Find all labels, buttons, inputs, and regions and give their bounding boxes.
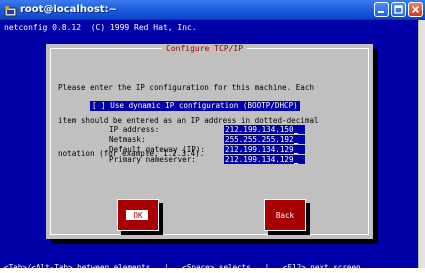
dhcp-checkbox[interactable]: [ ] Use dynamic IP configuration (BOOTP/…	[90, 101, 300, 111]
cursor	[293, 163, 298, 164]
ip-address-label: IP address:	[109, 125, 160, 134]
nameserver-value: 212.199.134.129	[225, 155, 294, 164]
ok-button-label: OK	[133, 211, 143, 220]
terminal-app-icon	[4, 3, 17, 17]
window-title: root@localhost:~	[20, 4, 117, 15]
gateway-value: 212.199.134.129	[225, 145, 294, 154]
cursor	[293, 133, 298, 134]
terminal-window: root@localhost:~ netconfig 0.8.12 (C) 19…	[0, 0, 425, 272]
maximize-button[interactable]	[391, 2, 406, 17]
netmask-value: 255.255.255.192	[225, 135, 294, 144]
gateway-field[interactable]: 212.199.134.129	[224, 145, 305, 154]
terminal-screen[interactable]: netconfig 0.8.12 (C) 1999 Red Hat, Inc. …	[0, 20, 418, 272]
nameserver-field[interactable]: 212.199.134.129	[224, 155, 305, 164]
netmask-field[interactable]: 255.255.255.192	[224, 135, 305, 144]
cursor	[293, 143, 298, 144]
dialog-title: Configure TCP/IP	[162, 44, 248, 54]
nameserver-label: Primary nameserver:	[109, 155, 196, 164]
ip-address-value: 212.199.134.150	[225, 125, 294, 134]
ok-button-wrap: OK	[117, 199, 163, 235]
vertical-scrollbar[interactable]	[418, 20, 425, 268]
back-button-label: Back	[275, 211, 295, 220]
maximize-icon	[394, 5, 403, 14]
title-bar[interactable]: root@localhost:~	[0, 0, 425, 20]
cursor	[293, 153, 298, 154]
netconfig-header: netconfig 0.8.12 (C) 1999 Red Hat, Inc.	[4, 23, 197, 32]
dialog-instructions: Please enter the IP configuration for th…	[58, 60, 363, 181]
help-statusbar: <Tab>/<Alt-Tab> between elements | <Spac…	[4, 263, 361, 272]
minimize-icon	[378, 11, 384, 13]
ip-address-field[interactable]: 212.199.134.150	[224, 125, 305, 134]
instruction-line: Please enter the IP configuration for th…	[58, 83, 315, 92]
close-button[interactable]	[408, 2, 423, 17]
close-icon	[411, 5, 420, 14]
back-button[interactable]: Back	[264, 199, 306, 231]
back-button-wrap: Back	[264, 199, 310, 235]
gateway-label: Default gateway (IP):	[109, 145, 206, 154]
configure-tcpip-dialog: Configure TCP/IP Please enter the IP con…	[46, 44, 373, 239]
ok-button[interactable]: OK	[117, 199, 159, 231]
instruction-line: item should be entered as an IP address …	[58, 116, 319, 125]
netmask-label: Netmask:	[109, 135, 146, 144]
minimize-button[interactable]	[374, 2, 389, 17]
instruction-line: notation (for example, 1.2.3.4).	[58, 149, 205, 158]
